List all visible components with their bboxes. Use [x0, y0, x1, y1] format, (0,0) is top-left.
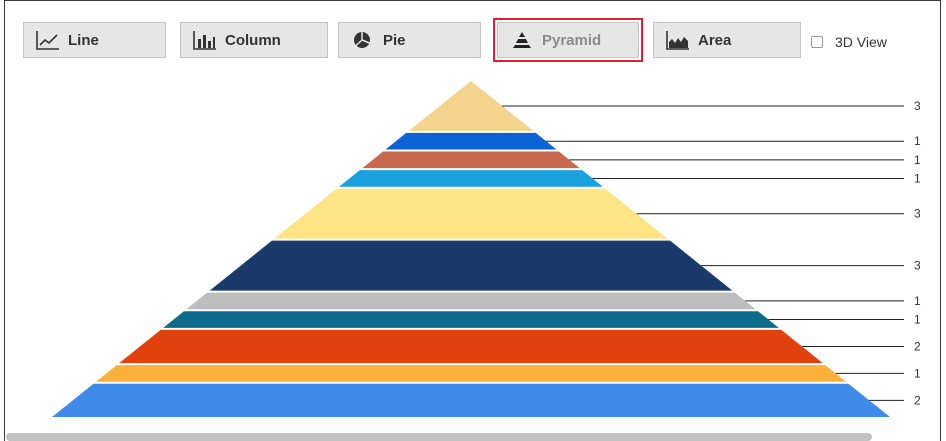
data-label: 1 [914, 313, 921, 327]
data-label: 1 [914, 294, 921, 308]
pyramid-segment[interactable] [362, 151, 580, 169]
pyramid-segment[interactable] [274, 188, 668, 239]
pyramid-segment[interactable] [385, 132, 557, 150]
data-label: 1 [914, 171, 921, 185]
pyramid-chart: 3 1 1 1 3 3 1 1 2 1 2 [52, 81, 921, 417]
pyramid-segment[interactable] [339, 170, 603, 187]
data-label: 2 [914, 393, 921, 407]
data-label: 1 [914, 153, 921, 167]
pyramid-segment[interactable] [95, 365, 847, 382]
data-label: 3 [914, 99, 921, 113]
data-label: 3 [914, 259, 921, 273]
pyramid-segment[interactable] [119, 329, 823, 364]
pyramid-segment[interactable] [186, 292, 756, 310]
pyramid-segment[interactable] [209, 240, 733, 291]
data-label: 2 [914, 339, 921, 353]
data-label: 1 [914, 366, 921, 380]
data-label: 3 [914, 207, 921, 221]
data-label: 1 [914, 134, 921, 148]
pyramid-segment[interactable] [52, 383, 890, 417]
pyramid-segment[interactable] [163, 311, 779, 328]
horizontal-scrollbar[interactable] [6, 433, 872, 441]
